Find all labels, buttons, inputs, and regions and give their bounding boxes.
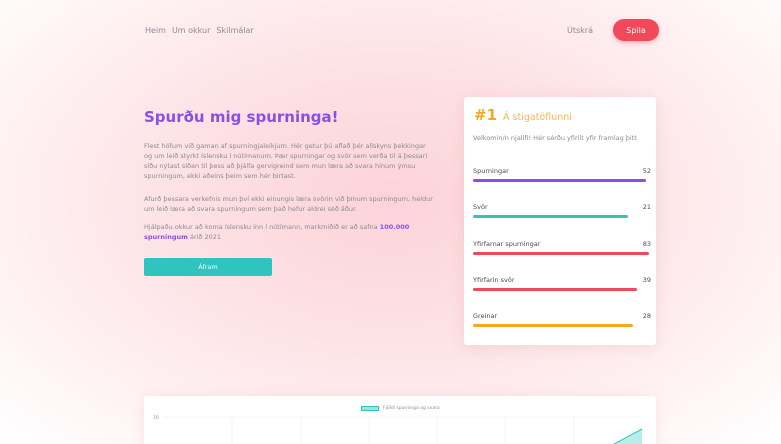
nav-links: Heim Um okkur Skilmálar: [145, 26, 254, 35]
stat-answers: Svör 21: [473, 203, 651, 218]
play-button[interactable]: Spila: [613, 19, 659, 41]
stat-label: Greinar: [473, 312, 498, 320]
stat-articles: Greinar 28: [473, 312, 651, 327]
stat-value: 39: [642, 276, 651, 284]
target-text-start: Hjálpaðu okkur að koma íslensku inn í nú…: [144, 223, 380, 231]
activity-chart: 70: [153, 415, 643, 444]
legend-swatch: [361, 406, 379, 411]
leaderboard-header: #1 Á stigatöflunni: [474, 106, 572, 124]
rank-number: #1: [474, 106, 498, 124]
goal-paragraph: Afurð þessara verkefnis mun því ekki ein…: [144, 195, 433, 213]
series-area: [614, 429, 642, 444]
logout-link[interactable]: Útskrá: [567, 26, 593, 35]
stat-value: 28: [642, 312, 651, 320]
stat-value: 21: [642, 203, 651, 211]
stat-bar: [473, 288, 637, 291]
stat-questions: Spurningar 52: [473, 167, 651, 182]
stat-label: Spurningar: [473, 167, 509, 175]
stat-bar: [473, 215, 628, 218]
stat-value: 52: [642, 167, 651, 175]
nav-link-about[interactable]: Um okkur: [172, 26, 210, 35]
stat-bar: [473, 179, 646, 182]
stat-bar: [473, 252, 650, 255]
leaderboard-title: Á stigatöflunni: [503, 112, 572, 123]
y-tick-label: 70: [153, 415, 159, 421]
chart-legend: Fjöldi spurninga og svara: [361, 406, 440, 411]
nav-link-terms[interactable]: Skilmálar: [216, 26, 253, 35]
target-text-end: árið 2021: [187, 233, 222, 241]
stat-value: 83: [642, 240, 651, 248]
leaderboard-card: #1 Á stigatöflunni Velkomin/n njallfi! H…: [464, 97, 656, 345]
legend-label: Fjöldi spurninga og svara: [383, 406, 440, 411]
stat-label: Yfirfarnar spurningar: [473, 240, 541, 248]
stat-label: Yfirfarin svör: [473, 276, 515, 284]
stat-reviewed-answers: Yfirfarin svör 39: [473, 276, 651, 291]
welcome-text: Velkomin/n njallfi! Hér sérðu yfirlit yf…: [473, 134, 637, 142]
activity-chart-card: 70 Fjöldi spurninga og svara: [144, 396, 656, 444]
stat-label: Svör: [473, 203, 488, 211]
continue-button[interactable]: Áfram: [144, 258, 272, 276]
stat-bar: [473, 324, 634, 327]
intro-paragraph: Flest höfum við gaman af spurningjaleikj…: [144, 142, 428, 180]
page-title: Spurðu mig spurninga!: [144, 108, 339, 126]
target-paragraph: Hjálpaðu okkur að koma íslensku inn í nú…: [144, 222, 434, 242]
nav-link-home[interactable]: Heim: [145, 26, 166, 35]
stat-reviewed-questions: Yfirfarnar spurningar 83: [473, 240, 651, 255]
top-navigation: Heim Um okkur Skilmálar Útskrá Spila: [0, 0, 781, 60]
